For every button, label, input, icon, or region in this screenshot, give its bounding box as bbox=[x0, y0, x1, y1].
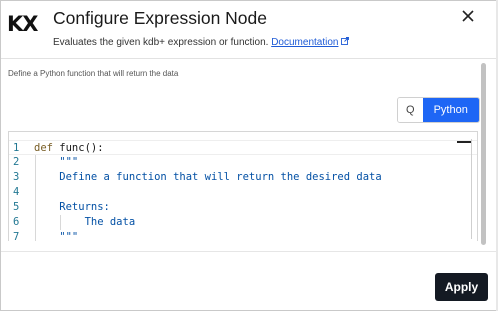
language-toggle[interactable]: Q Python bbox=[397, 97, 480, 123]
line-number: 3 bbox=[13, 171, 20, 183]
kx-logo: KX bbox=[7, 12, 38, 36]
line-number: 5 bbox=[13, 201, 20, 213]
line-number: 4 bbox=[13, 186, 20, 198]
line-number: 1 bbox=[13, 142, 20, 154]
indent-guide bbox=[60, 215, 61, 230]
dialog-scrollbar[interactable] bbox=[481, 63, 486, 245]
editor-line[interactable]: 4 bbox=[9, 185, 477, 200]
code-editor[interactable]: 1 def func(): 2 """ 3 Define a function … bbox=[8, 131, 478, 241]
code-line[interactable]: def func(): bbox=[34, 141, 104, 156]
documentation-link-label[interactable]: Documentation bbox=[271, 37, 338, 48]
code-line[interactable]: """ bbox=[34, 230, 78, 241]
editor-ruler bbox=[471, 139, 472, 239]
toggle-option-q[interactable]: Q bbox=[398, 98, 423, 122]
apply-button[interactable]: Apply bbox=[435, 273, 488, 301]
dialog-title: Configure Expression Node bbox=[53, 8, 268, 28]
indent-guide bbox=[35, 155, 36, 241]
editor-line[interactable]: 2 """ bbox=[9, 155, 477, 170]
code-line[interactable]: """ bbox=[34, 155, 78, 170]
code-line[interactable]: Returns: bbox=[34, 200, 110, 215]
editor-line[interactable]: 6 The data bbox=[9, 215, 477, 230]
code-line[interactable]: Define a function that will return the d… bbox=[34, 170, 381, 185]
footer-divider bbox=[1, 251, 497, 252]
toggle-option-python[interactable]: Python bbox=[422, 98, 479, 122]
external-link-icon bbox=[341, 37, 350, 45]
dialog-subtitle: Evaluates the given kdb+ expression or f… bbox=[53, 37, 350, 48]
editor-description: Define a Python function that will retur… bbox=[8, 69, 179, 78]
header-divider bbox=[1, 58, 497, 59]
editor-line[interactable]: 7 """ bbox=[9, 230, 477, 241]
subtitle-text: Evaluates the given kdb+ expression or f… bbox=[53, 37, 269, 48]
code-line[interactable]: The data bbox=[34, 215, 136, 230]
close-icon[interactable] bbox=[459, 7, 477, 25]
editor-line[interactable]: 5 Returns: bbox=[9, 200, 477, 215]
function-signature: func(): bbox=[52, 142, 104, 154]
editor-line[interactable]: 3 Define a function that will return the… bbox=[9, 170, 477, 185]
editor-line[interactable]: 1 def func(): bbox=[9, 140, 477, 155]
editor-overview-marker bbox=[457, 141, 471, 143]
line-number: 7 bbox=[13, 231, 20, 241]
configure-expression-dialog: KX Configure Expression Node Evaluates t… bbox=[0, 0, 498, 311]
keyword: def bbox=[34, 142, 53, 154]
documentation-link[interactable]: Documentation bbox=[271, 37, 350, 48]
line-number: 6 bbox=[13, 216, 20, 228]
line-number: 2 bbox=[13, 156, 20, 168]
